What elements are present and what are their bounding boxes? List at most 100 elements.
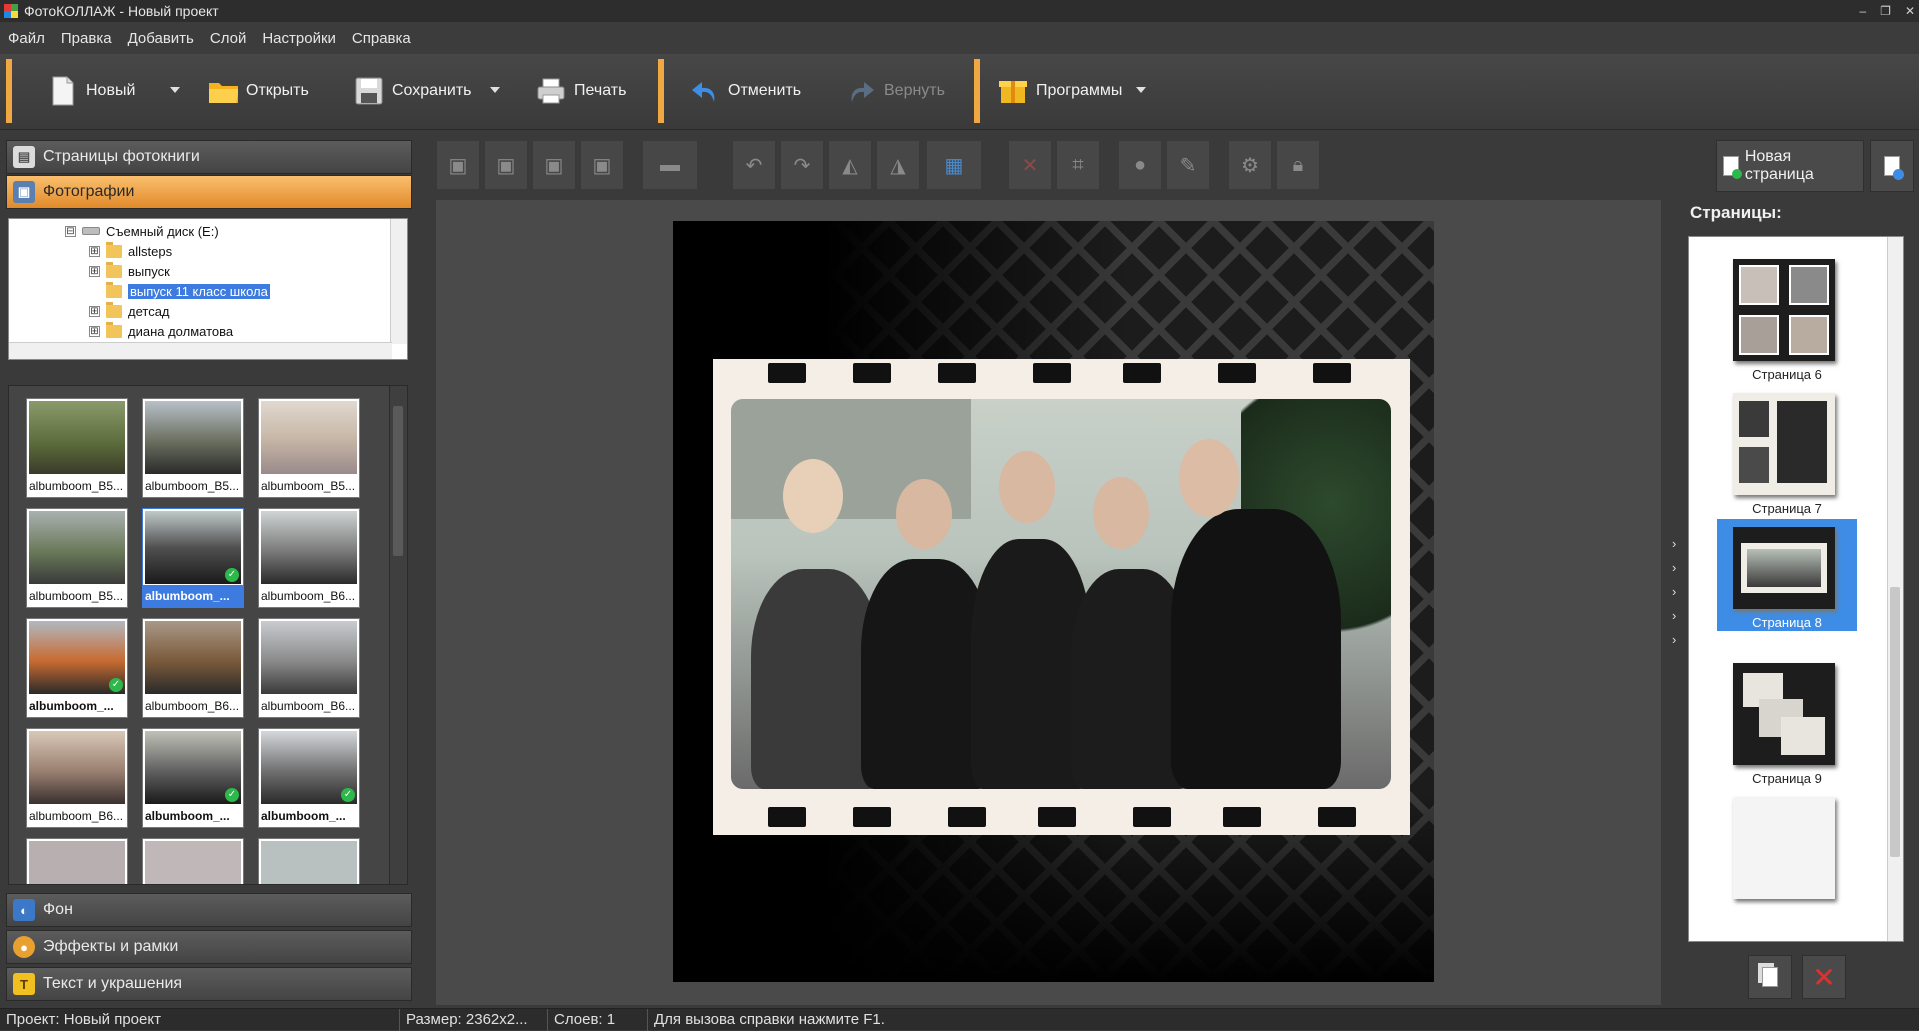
rotate-right-icon[interactable]: ↷ — [780, 140, 824, 190]
menu-edit[interactable]: Правка — [61, 30, 112, 47]
menu-help[interactable]: Справка — [352, 30, 411, 47]
close-icon[interactable]: ✕ — [1905, 4, 1915, 18]
collage-canvas[interactable] — [673, 221, 1434, 982]
section-text-decorations[interactable]: T Текст и украшения — [6, 967, 412, 1001]
pages-scrollbar[interactable] — [1887, 237, 1903, 941]
window-title: ФотоКОЛЛАЖ - Новый проект — [24, 3, 219, 19]
tree-item-folder-selected[interactable]: выпуск 11 класс школа — [106, 281, 270, 301]
page-thumbnail[interactable] — [1717, 789, 1857, 929]
crop-icon[interactable]: ⌗ — [1056, 140, 1100, 190]
photo-thumbnail[interactable]: albumboom_B5... — [26, 508, 128, 608]
brush-icon[interactable]: ✎ — [1166, 140, 1210, 190]
menu-add[interactable]: Добавить — [128, 30, 194, 47]
photo-thumbnail[interactable]: albumboom_B5... — [142, 398, 244, 498]
settings-gear-icon[interactable]: ⚙ — [1228, 140, 1272, 190]
new-button[interactable]: Новый — [48, 68, 135, 114]
photo-thumbnail[interactable]: albumboom_B5... — [258, 398, 360, 498]
palette-icon: ● — [13, 936, 35, 958]
undo-button[interactable]: Отменить — [690, 68, 801, 114]
scrollbar-thumb[interactable] — [1890, 587, 1900, 857]
delete-icon[interactable]: ✕ — [1008, 140, 1052, 190]
panel-collapse-arrows[interactable]: › › › › › — [1672, 532, 1686, 652]
programs-button[interactable]: Программы — [998, 68, 1122, 114]
photo-thumbnail[interactable]: albumboom_B6... — [258, 508, 360, 608]
align-icon[interactable]: ▬ — [642, 140, 698, 190]
bring-forward-icon[interactable]: ▣ — [484, 140, 528, 190]
page-thumbnail[interactable]: Страница 9 — [1717, 655, 1857, 795]
print-button[interactable]: Печать — [536, 68, 626, 114]
photo-thumbnail-selected[interactable]: ✓ albumboom_... — [142, 508, 244, 608]
tree-item-folder[interactable]: ⊞ диана долматова — [89, 321, 233, 341]
photo-thumbnail[interactable] — [258, 838, 360, 884]
save-button[interactable]: Сохранить — [354, 68, 472, 114]
menu-layer[interactable]: Слой — [210, 30, 246, 47]
tree-item-folder[interactable]: ⊞ allsteps — [89, 241, 172, 261]
expand-icon[interactable]: ⊞ — [89, 245, 100, 257]
page-thumbnail[interactable]: Страница 7 — [1717, 385, 1857, 525]
bring-front-icon[interactable]: ▣ — [436, 140, 480, 190]
expand-icon[interactable]: ⊞ — [89, 305, 100, 317]
collapse-icon[interactable]: ⊟ — [65, 225, 76, 237]
lock-icon[interactable]: 🔒︎ — [1276, 140, 1320, 190]
section-photos[interactable]: ▣ Фотографии — [6, 175, 412, 209]
page-thumbnail-selected[interactable]: Страница 8 — [1717, 519, 1857, 631]
thumbnail-image — [261, 841, 357, 884]
section-photobook-pages[interactable]: ▤ Страницы фотокниги — [6, 140, 412, 174]
effects-icon[interactable]: ● — [1118, 140, 1162, 190]
menu-file[interactable]: Файл — [8, 30, 45, 47]
programs-dropdown-icon[interactable] — [1136, 87, 1146, 93]
status-layers: Слоев: 1 — [548, 1008, 648, 1031]
menu-settings[interactable]: Настройки — [262, 30, 336, 47]
photo-figure — [783, 459, 843, 533]
send-backward-icon[interactable]: ▣ — [532, 140, 576, 190]
photo-thumbnail[interactable]: ✓ albumboom_... — [258, 728, 360, 828]
tree-item-folder[interactable]: ⊞ детсад — [89, 301, 170, 321]
photo-icon: ▣ — [13, 181, 35, 203]
redo-button[interactable]: Вернуть — [846, 68, 945, 114]
photo-thumbnail[interactable]: ✓ albumboom_... — [26, 618, 128, 718]
duplicate-page-button[interactable] — [1748, 955, 1792, 999]
photo-thumbnail[interactable] — [26, 838, 128, 884]
thumbnails-scrollbar[interactable] — [389, 386, 407, 884]
save-dropdown-icon[interactable] — [490, 87, 500, 93]
open-button[interactable]: Открыть — [208, 68, 309, 114]
section-background[interactable]: ◐ Фон — [6, 893, 412, 927]
section-effects-frames[interactable]: ● Эффекты и рамки — [6, 930, 412, 964]
photo-thumbnail[interactable]: albumboom_B6... — [258, 618, 360, 718]
save-button-label: Сохранить — [392, 82, 472, 99]
photo-figure — [1093, 477, 1149, 549]
photo-thumbnail[interactable]: albumboom_B6... — [26, 728, 128, 828]
page-label: Страница 7 — [1752, 501, 1822, 516]
film-frame[interactable] — [713, 359, 1410, 835]
page-thumbnail[interactable]: Страница 6 — [1717, 251, 1857, 391]
new-document-icon — [48, 74, 78, 108]
expand-icon[interactable]: ⊞ — [89, 325, 100, 337]
tree-vertical-scrollbar[interactable] — [390, 219, 407, 344]
tree-item-folder[interactable]: ⊞ выпуск — [89, 261, 170, 281]
flip-horizontal-icon[interactable]: ◭ — [828, 140, 872, 190]
new-page-button[interactable]: Новая страница — [1716, 140, 1864, 192]
send-back-icon[interactable]: ▣ — [580, 140, 624, 190]
restore-icon[interactable]: ❐ — [1880, 4, 1891, 18]
tree-horizontal-scrollbar[interactable] — [9, 342, 392, 359]
thumbnail-image — [145, 401, 241, 474]
photo-thumbnail[interactable]: albumboom_B5... — [26, 398, 128, 498]
new-dropdown-icon[interactable] — [170, 87, 180, 93]
photo-thumbnail[interactable] — [142, 838, 244, 884]
thumbnail-image — [145, 841, 241, 884]
tree-item-drive[interactable]: ⊟ Съемный диск (E:) — [65, 221, 219, 241]
photo-figure — [999, 451, 1055, 523]
film-hole — [1313, 363, 1351, 383]
page-settings-button[interactable] — [1870, 140, 1914, 192]
fit-image-icon[interactable]: ▦ — [926, 140, 982, 190]
scrollbar-thumb[interactable] — [393, 406, 403, 556]
rotate-left-icon[interactable]: ↶ — [732, 140, 776, 190]
flip-vertical-icon[interactable]: ◮ — [876, 140, 920, 190]
folder-tree[interactable]: ⊟ Съемный диск (E:) ⊞ allsteps ⊞ выпуск … — [8, 218, 408, 360]
page-preview — [1733, 259, 1835, 361]
minimize-icon[interactable]: – — [1859, 4, 1866, 18]
photo-thumbnail[interactable]: albumboom_B6... — [142, 618, 244, 718]
delete-page-button[interactable]: ✕ — [1802, 955, 1846, 999]
photo-thumbnail[interactable]: ✓ albumboom_... — [142, 728, 244, 828]
expand-icon[interactable]: ⊞ — [89, 265, 100, 277]
